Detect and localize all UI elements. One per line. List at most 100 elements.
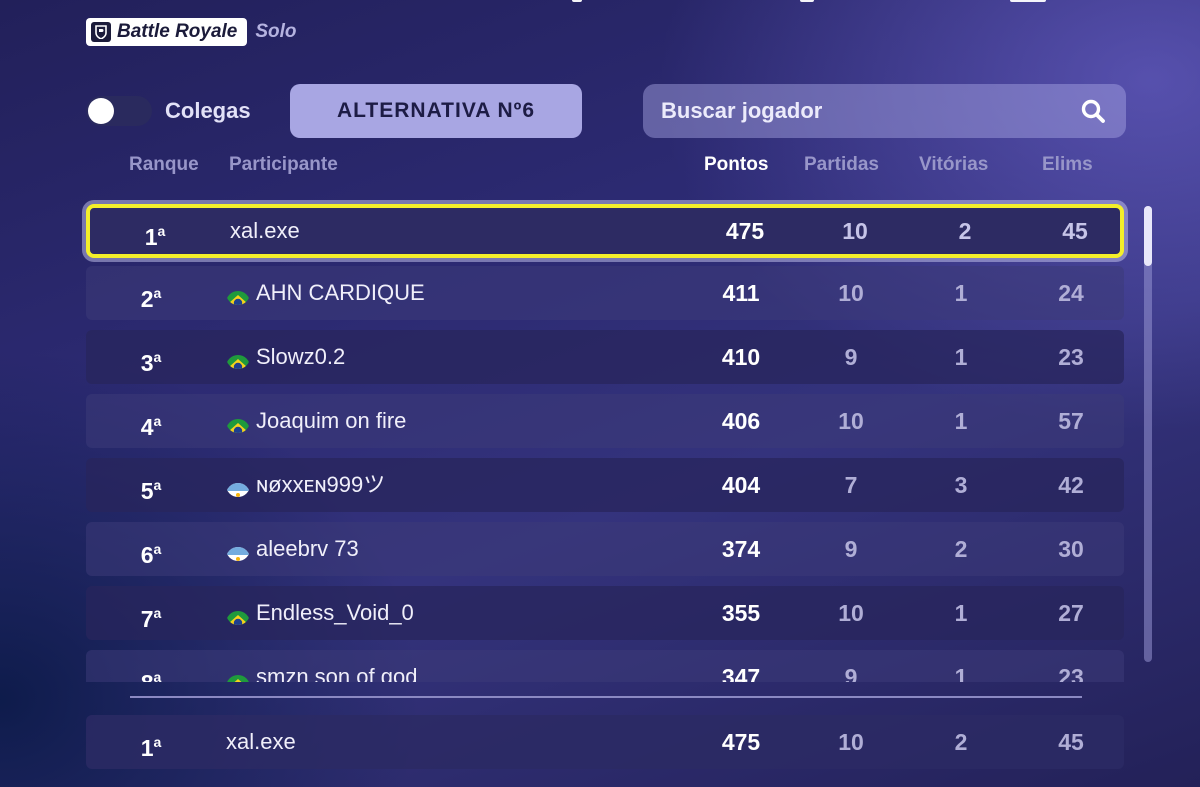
- elims-cell: 23: [1058, 664, 1084, 682]
- participant-cell: smzn son of god: [226, 650, 417, 682]
- wins-cell: 1: [954, 344, 968, 370]
- shield-icon: [91, 22, 111, 42]
- divider: [130, 696, 1082, 698]
- rank-cell: 4a: [140, 413, 162, 440]
- leaderboard-row[interactable]: 3a Slowz0.2 410 9 1 23: [86, 330, 1124, 384]
- rank-cell: 1a: [140, 734, 162, 761]
- participant-cell: xal.exe: [226, 715, 296, 769]
- toggle-knob: [88, 98, 114, 124]
- participant-cell: xal.exe: [230, 204, 300, 258]
- column-header-participant[interactable]: Participante: [229, 154, 338, 176]
- current-player-row[interactable]: 1a xal.exe 475 10 2 45: [86, 715, 1124, 769]
- colegas-toggle-label: Colegas: [165, 98, 251, 123]
- alternative-selector-button[interactable]: ALTERNATIVA Nº6: [290, 84, 582, 138]
- points-cell: 411: [722, 280, 760, 306]
- wins-cell: 1: [954, 280, 968, 306]
- wins-cell: 2: [958, 218, 972, 244]
- rank-cell: 3a: [140, 349, 162, 376]
- wins-cell: 3: [954, 472, 968, 498]
- argentina-flag-icon: [226, 537, 250, 561]
- brazil-flag-icon: [226, 345, 250, 369]
- player-name: smzn son of god: [256, 664, 418, 682]
- brazil-flag-icon: [226, 281, 250, 305]
- scrollbar-thumb[interactable]: [1144, 206, 1152, 266]
- matches-cell: 10: [838, 408, 864, 434]
- points-cell: 475: [725, 218, 765, 244]
- leaderboard-row[interactable]: 6a aleebrv 73 374 9 2 30: [86, 522, 1124, 576]
- brazil-flag-icon: [226, 409, 250, 433]
- elims-cell: 24: [1058, 280, 1084, 306]
- elims-cell: 23: [1058, 344, 1084, 370]
- participant-cell: ɴøxxᴇɴ999ツ: [226, 458, 385, 512]
- column-header-wins[interactable]: Vitórias: [919, 154, 988, 176]
- matches-cell: 10: [838, 280, 864, 306]
- column-header-matches[interactable]: Partidas: [804, 154, 879, 176]
- player-name: Slowz0.2: [256, 344, 346, 369]
- wins-cell: 2: [954, 536, 968, 562]
- leaderboard-row-player[interactable]: 1a xal.exe 475 10 2 45: [86, 204, 1124, 258]
- top-decoration: [572, 0, 582, 2]
- points-cell: 347: [721, 664, 761, 682]
- leaderboard-row[interactable]: 2a AHN CARDIQUE 411 10 1 24: [86, 266, 1124, 320]
- column-header-elims[interactable]: Elims: [1042, 154, 1093, 176]
- player-name: ɴøxxᴇɴ999ツ: [256, 472, 386, 497]
- top-decoration: [800, 0, 814, 2]
- rank-cell: 8a: [141, 669, 162, 682]
- player-name: aleebrv 73: [256, 536, 359, 561]
- participant-cell: Slowz0.2: [226, 330, 345, 384]
- top-decoration: [1010, 0, 1046, 2]
- elims-cell: 27: [1058, 600, 1084, 626]
- wins-cell: 2: [954, 729, 968, 755]
- column-header-rank[interactable]: Ranque: [129, 154, 199, 176]
- wins-cell: 1: [954, 600, 968, 626]
- rank-cell: 2a: [140, 285, 162, 312]
- column-header-points[interactable]: Pontos: [704, 154, 768, 176]
- mode-title-pill: Battle Royale: [86, 18, 248, 46]
- matches-cell: 9: [844, 344, 858, 370]
- matches-cell: 10: [842, 218, 868, 244]
- column-headers: Ranque Participante Pontos Partidas Vitó…: [86, 154, 1126, 180]
- player-name: Endless_Void_0: [256, 600, 414, 625]
- points-cell: 475: [721, 729, 761, 755]
- matches-cell: 10: [838, 600, 864, 626]
- wins-cell: 1: [954, 408, 968, 434]
- brazil-flag-icon: [226, 601, 250, 625]
- colegas-toggle[interactable]: [86, 96, 152, 126]
- elims-cell: 45: [1062, 218, 1088, 244]
- search-box[interactable]: [643, 84, 1126, 138]
- points-cell: 374: [721, 536, 761, 562]
- participant-cell: aleebrv 73: [226, 522, 359, 576]
- points-cell: 410: [721, 344, 761, 370]
- points-cell: 406: [721, 408, 761, 434]
- player-name: Joaquim on fire: [256, 408, 407, 433]
- rank-cell: 5a: [140, 477, 162, 504]
- mode-title: Battle Royale: [117, 21, 238, 42]
- participant-cell: Endless_Void_0: [226, 586, 414, 640]
- search-icon[interactable]: [1080, 98, 1106, 124]
- points-cell: 355: [721, 600, 761, 626]
- leaderboard-row[interactable]: 5a ɴøxxᴇɴ999ツ 404 7 3 42: [86, 458, 1124, 512]
- search-input[interactable]: [661, 98, 1061, 124]
- player-name: AHN CARDIQUE: [256, 280, 425, 305]
- argentina-flag-icon: [226, 473, 250, 497]
- rank-cell: 1a: [144, 223, 166, 250]
- matches-cell: 9: [844, 536, 858, 562]
- rank-cell: 7a: [140, 605, 162, 632]
- elims-cell: 57: [1058, 408, 1084, 434]
- elims-cell: 45: [1058, 729, 1084, 755]
- mode-badge: Battle Royale Solo: [86, 18, 297, 46]
- leaderboard-row[interactable]: 4a Joaquim on fire 406 10 1 57: [86, 394, 1124, 448]
- matches-cell: 10: [838, 729, 864, 755]
- elims-cell: 42: [1058, 472, 1084, 498]
- leaderboard-list[interactable]: 1a xal.exe 475 10 2 45 2a AHN CARDIQUE 4…: [80, 196, 1132, 682]
- filter-row: Colegas ALTERNATIVA Nº6: [86, 84, 1126, 138]
- leaderboard-row[interactable]: 8a smzn son of god 347 9 1 23: [86, 650, 1124, 682]
- elims-cell: 30: [1058, 536, 1084, 562]
- points-cell: 404: [721, 472, 761, 498]
- matches-cell: 9: [844, 664, 858, 682]
- brazil-flag-icon: [226, 665, 250, 682]
- rank-cell: 6a: [140, 541, 162, 568]
- player-name: xal.exe: [230, 218, 300, 243]
- leaderboard-row[interactable]: 7a Endless_Void_0 355 10 1 27: [86, 586, 1124, 640]
- leaderboard-scrollbar[interactable]: [1144, 206, 1152, 662]
